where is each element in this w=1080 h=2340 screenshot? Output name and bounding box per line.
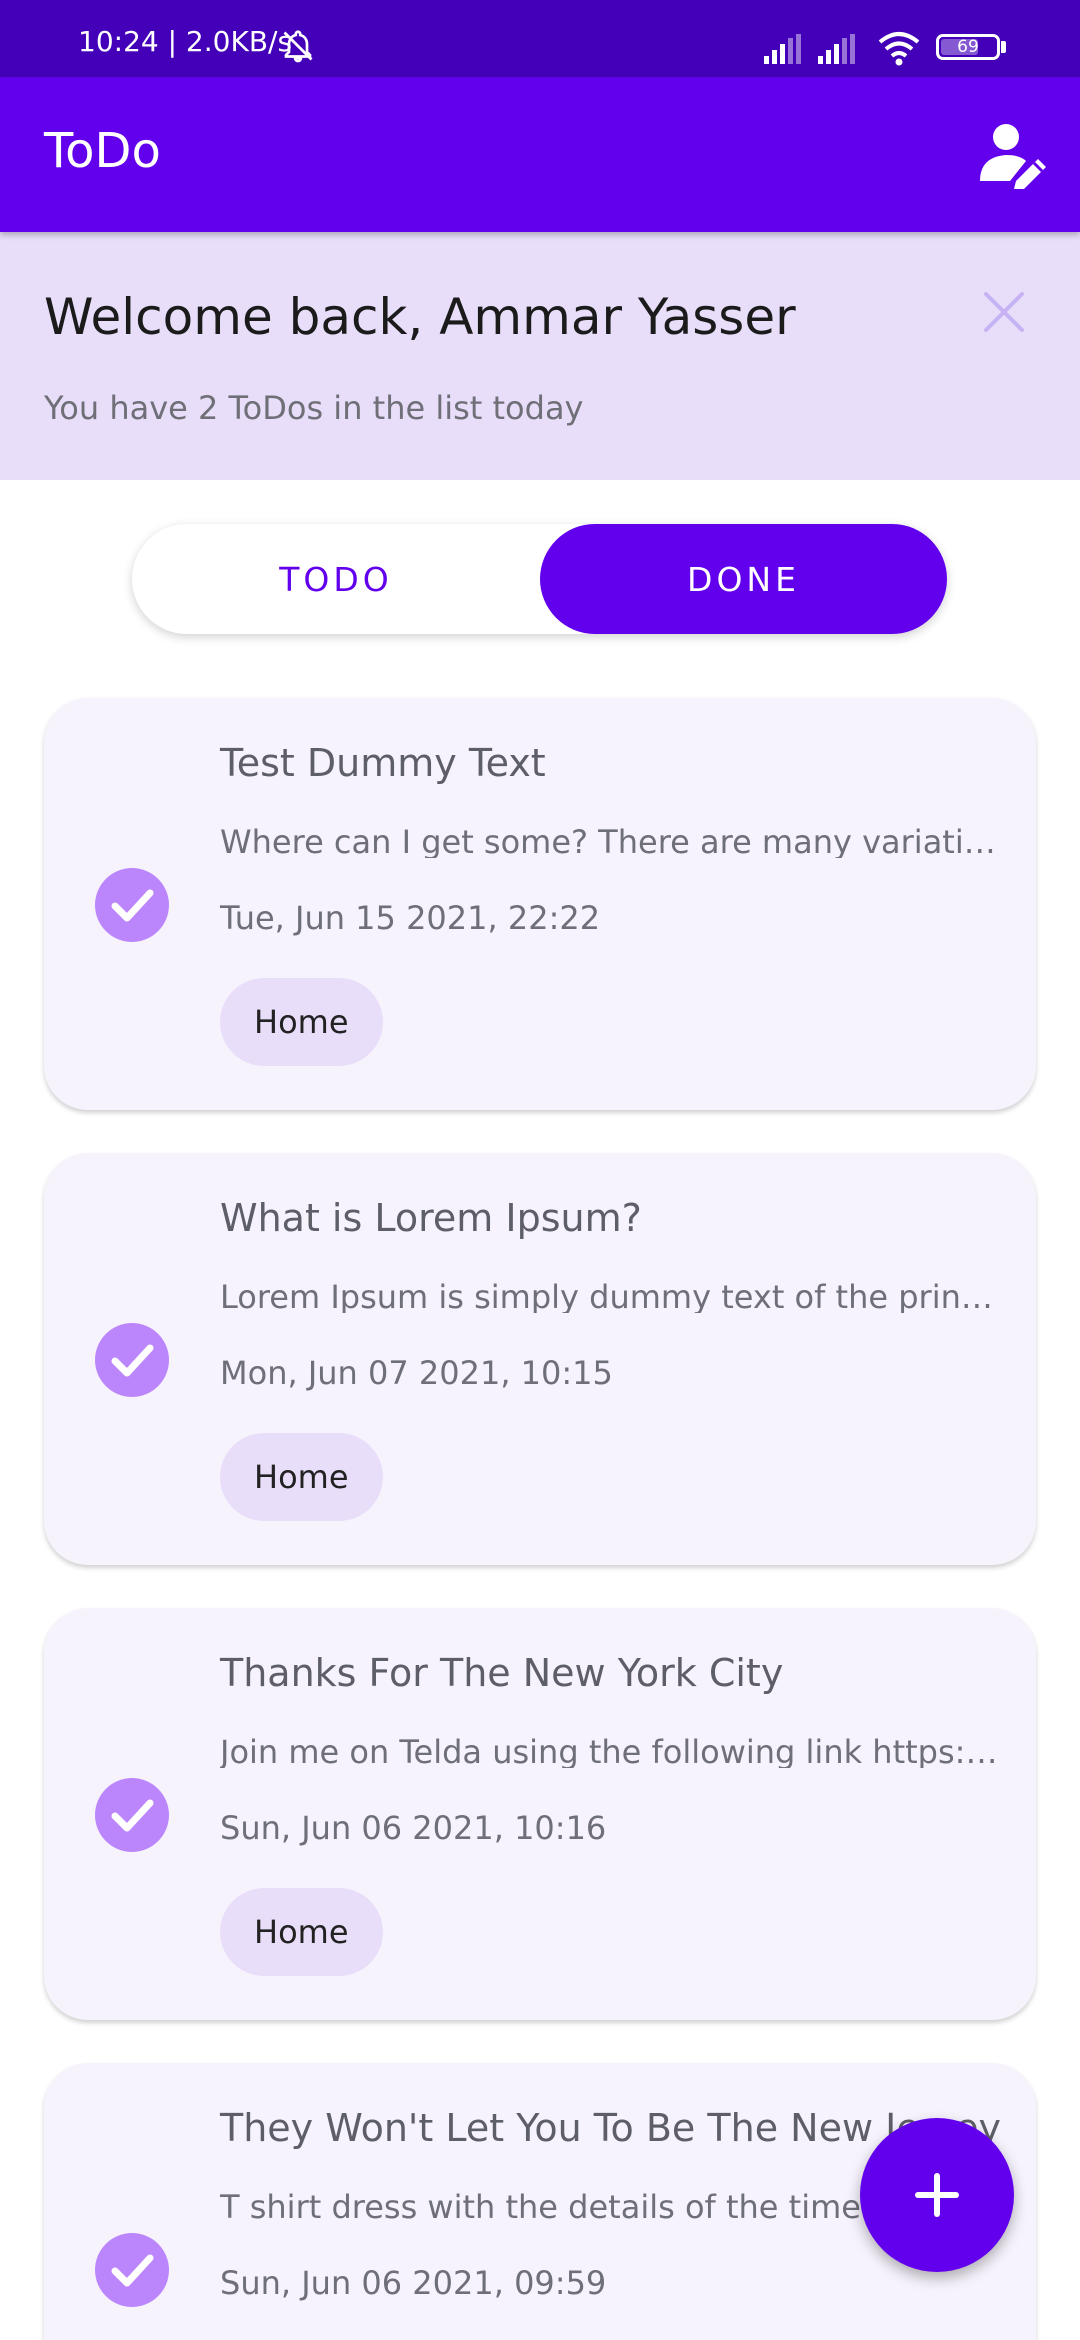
todo-date: Sun, Jun 06 2021, 10:16 [220, 1809, 607, 1847]
todo-card[interactable]: What is Lorem Ipsum? Lorem Ipsum is simp… [44, 1153, 1036, 1565]
toggle-todo-tab[interactable]: TODO [132, 524, 540, 634]
todo-title: What is Lorem Ipsum? [220, 1196, 642, 1240]
welcome-title: Welcome back, Ammar Yasser [44, 288, 796, 346]
todo-description: Join me on Telda using the following lin… [220, 1736, 1000, 1768]
todo-card[interactable]: Thanks For The New York City Join me on … [44, 1608, 1036, 2020]
app-bar: ToDo [0, 77, 1080, 232]
close-icon [984, 292, 1024, 332]
todo-category-chip[interactable]: Home [220, 978, 383, 1066]
todo-date: Mon, Jun 07 2021, 10:15 [220, 1354, 613, 1392]
check-icon [111, 889, 154, 922]
todo-card[interactable]: Test Dummy Text Where can I get some? Th… [44, 698, 1036, 1110]
done-checkbox[interactable] [95, 1778, 169, 1852]
add-todo-button[interactable] [860, 2118, 1014, 2272]
dismiss-banner-button[interactable] [976, 284, 1032, 340]
todo-done-toggle: TODO DONE [132, 524, 947, 634]
todo-date: Sun, Jun 06 2021, 09:59 [220, 2264, 607, 2302]
welcome-banner: Welcome back, Ammar Yasser You have 2 To… [0, 232, 1080, 480]
todo-category-chip[interactable]: Home [220, 1888, 383, 1976]
status-bar: 10:24 | 2.0KB/s 69 [0, 0, 1080, 77]
signal-icon [818, 34, 862, 68]
battery-level: 69 [957, 37, 979, 57]
todo-title: Thanks For The New York City [220, 1651, 784, 1695]
person-edit-icon [980, 124, 1046, 189]
plus-icon [915, 2173, 959, 2217]
status-time: 10:24 | 2.0KB/s [78, 25, 293, 58]
todo-date: Tue, Jun 15 2021, 22:22 [220, 899, 601, 937]
profile-edit-button[interactable] [976, 119, 1048, 191]
battery-nub [1001, 41, 1006, 53]
todo-description: Where can I get some? There are many var… [220, 826, 1000, 858]
check-icon [111, 1799, 154, 1832]
wifi-icon [876, 30, 922, 70]
done-checkbox[interactable] [95, 1323, 169, 1397]
todo-category-chip[interactable]: Home [220, 1433, 383, 1521]
todo-title: Test Dummy Text [220, 741, 546, 785]
done-checkbox[interactable] [95, 868, 169, 942]
battery-indicator: 69 [936, 34, 1000, 60]
bell-off-icon [280, 28, 316, 68]
todo-description: Lorem Ipsum is simply dummy text of the … [220, 1281, 1000, 1313]
welcome-subtitle: You have 2 ToDos in the list today [44, 389, 584, 427]
signal-icon [764, 34, 808, 68]
done-checkbox[interactable] [95, 2233, 169, 2307]
app-title: ToDo [44, 123, 161, 179]
check-icon [111, 2254, 154, 2287]
check-icon [111, 1344, 154, 1377]
toggle-done-tab[interactable]: DONE [540, 524, 947, 634]
